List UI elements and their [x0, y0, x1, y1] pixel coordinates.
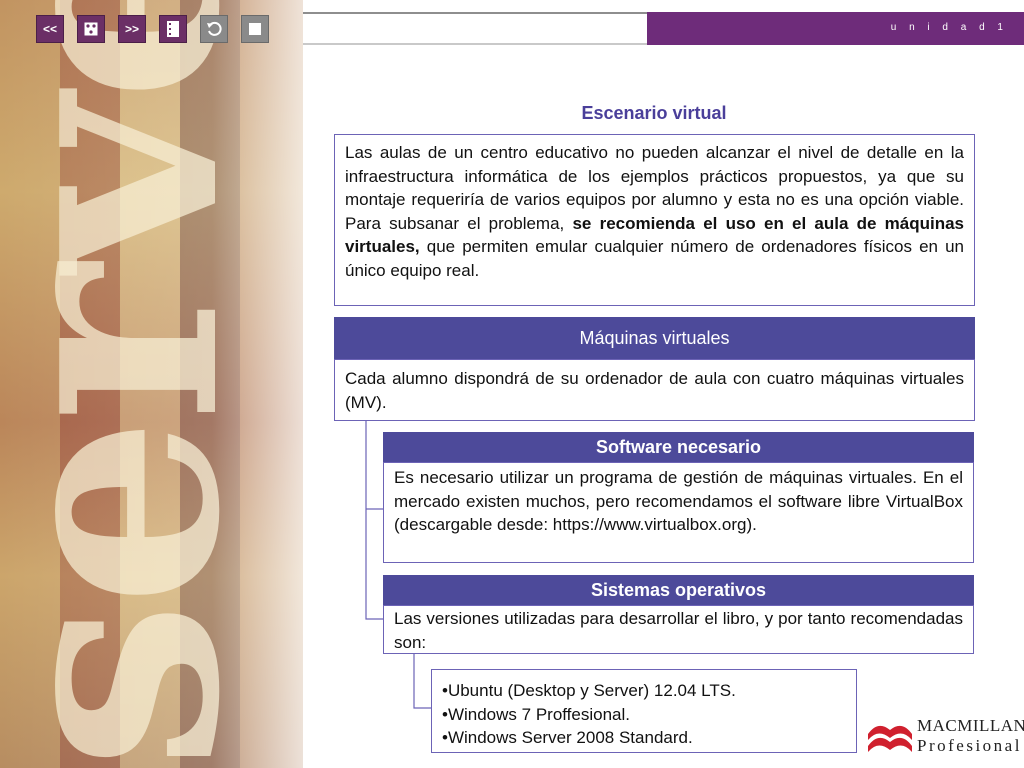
- index-button[interactable]: [77, 15, 105, 43]
- intro-box: Las aulas de un centro educativo no pued…: [334, 134, 975, 306]
- sistemas-text: Las versiones utilizadas para desarrolla…: [394, 609, 963, 652]
- software-heading: Software necesario: [383, 432, 974, 462]
- stop-button[interactable]: [241, 15, 269, 43]
- stop-icon: [249, 23, 261, 35]
- software-box: Es necesario utilizar un programa de ges…: [383, 462, 974, 563]
- list-icon: [167, 21, 179, 37]
- sistemas-heading: Sistemas operativos: [383, 575, 974, 605]
- logo-mark-icon: [868, 725, 912, 752]
- page-title: Escenario virtual: [581, 103, 727, 123]
- unit-banner: u n i d a d 1: [647, 12, 1024, 45]
- list-item: •Ubuntu (Desktop y Server) 12.04 LTS.: [442, 681, 736, 700]
- logo-text: MACMILLAN: [917, 716, 1024, 735]
- logo-subtext: Profesional: [917, 736, 1022, 755]
- os-list: •Ubuntu (Desktop y Server) 12.04 LTS. •W…: [431, 669, 857, 753]
- maquinas-text: Cada alumno dispondrá de su ordenador de…: [345, 369, 964, 412]
- list-item: •Windows Server 2008 Standard.: [442, 728, 693, 747]
- sistemas-box: Las versiones utilizadas para desarrolla…: [383, 605, 974, 654]
- nav-toolbar: << >>: [36, 15, 269, 43]
- dice-icon: [84, 22, 98, 36]
- list-item: •Windows 7 Proffesional.: [442, 704, 631, 724]
- top-bar: [303, 12, 648, 45]
- back-button[interactable]: [200, 15, 228, 43]
- maquinas-heading: Máquinas virtuales: [334, 317, 975, 359]
- next-button[interactable]: >>: [118, 15, 146, 43]
- software-text: Es necesario utilizar un programa de ges…: [394, 468, 963, 534]
- intro-text: Las aulas de un centro educativo no pued…: [345, 143, 965, 280]
- background-art: server: [0, 0, 303, 768]
- macmillan-logo: MACMILLAN Profesional: [864, 712, 1024, 760]
- undo-icon: [207, 21, 222, 36]
- unit-label: u n i d a d 1: [890, 22, 1008, 33]
- menu-button[interactable]: [159, 15, 187, 43]
- prev-button[interactable]: <<: [36, 15, 64, 43]
- maquinas-box: Cada alumno dispondrá de su ordenador de…: [334, 359, 975, 421]
